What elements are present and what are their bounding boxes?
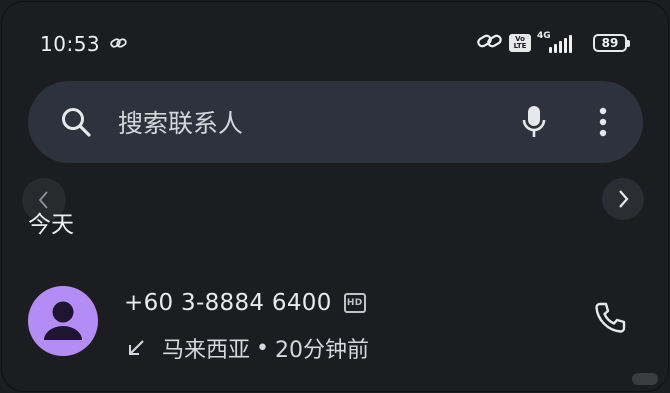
volte-icon: Vo LTE	[509, 34, 531, 52]
phone-screen: 10:53 Vo LTE 4G 89 搜索联系人 今天 +60 3-8884 6…	[1, 1, 669, 392]
call-number: +60 3-8884 6400	[124, 290, 332, 316]
section-title-today: 今天	[28, 212, 74, 238]
call-button[interactable]	[590, 300, 630, 340]
link-icon	[110, 35, 128, 54]
separator: •	[256, 335, 269, 361]
status-icons: Vo LTE 4G 89	[477, 31, 630, 54]
more-vert-icon[interactable]	[593, 102, 613, 142]
phone-icon[interactable]	[592, 300, 628, 340]
watermark	[632, 373, 658, 385]
call-time: 20分钟前	[275, 338, 369, 363]
battery-icon: 89	[593, 34, 630, 52]
hd-icon: HD	[343, 293, 366, 313]
search-input[interactable]: 搜索联系人	[118, 104, 517, 140]
signal-icon: 4G	[537, 31, 575, 53]
avatar[interactable]	[28, 286, 98, 356]
call-location: 马来西亚	[162, 338, 251, 363]
mic-icon[interactable]	[517, 102, 551, 142]
incoming-call-arrow-icon	[126, 338, 146, 358]
search-icon[interactable]	[58, 104, 94, 140]
call-details: 马来西亚 • 20分钟前	[126, 332, 369, 364]
status-time: 10:53	[40, 32, 101, 56]
battery-level: 89	[593, 34, 627, 52]
volte-bottom: LTE	[513, 42, 527, 50]
chevron-right-icon[interactable]	[602, 178, 644, 220]
call-log-item[interactable]: +60 3-8884 6400 HD	[124, 290, 366, 316]
link-status-icon	[477, 32, 503, 54]
search-bar[interactable]: 搜索联系人	[28, 81, 643, 163]
network-type: 4G	[537, 31, 551, 41]
